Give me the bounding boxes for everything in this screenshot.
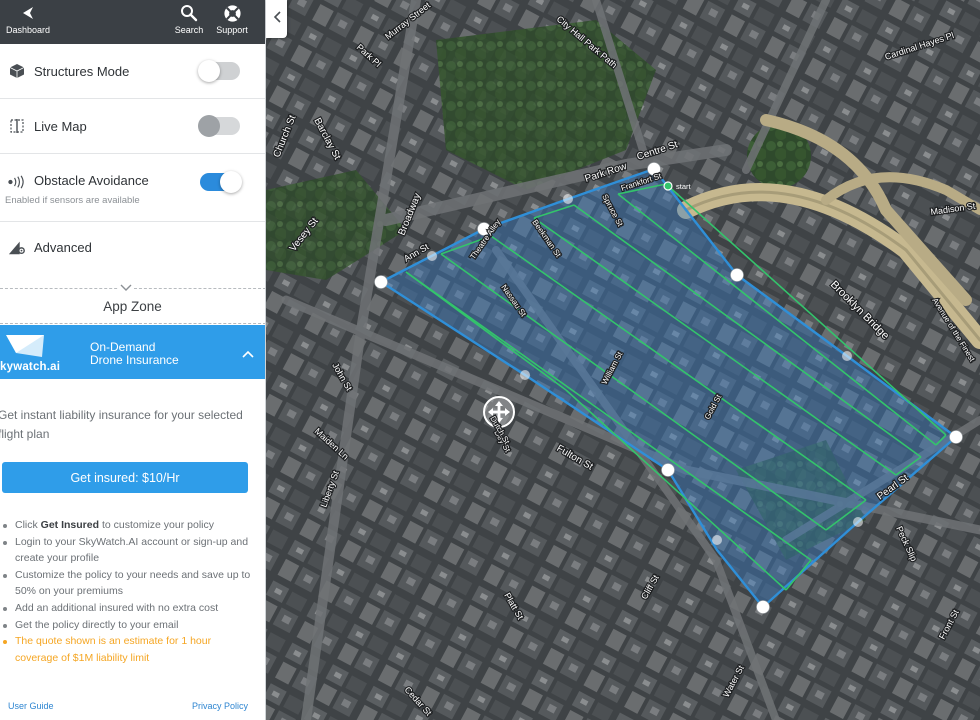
app-zone: App Zone — [0, 283, 265, 324]
toggle-knob — [198, 115, 220, 137]
insurance-title-line2: Drone Insurance — [90, 353, 179, 367]
structures-mode-row: Structures Mode — [0, 44, 265, 99]
obstacle-avoidance-row: Obstacle Avoidance Enabled if sensors ar… — [0, 154, 265, 222]
search-icon — [180, 2, 198, 24]
cube-icon — [8, 62, 26, 80]
live-map-row: Live Map — [0, 99, 265, 154]
structures-mode-label: Structures Mode — [34, 63, 130, 79]
search-button[interactable]: Search — [171, 0, 207, 44]
list-item: Click Get Insured to customize your poli… — [2, 517, 252, 534]
list-item: Customize the policy to your needs and s… — [2, 567, 252, 600]
chevron-down-icon[interactable] — [118, 283, 134, 293]
insurance-title-line1: On-Demand — [90, 340, 156, 354]
midpoint-handle[interactable] — [853, 517, 863, 527]
skywatch-brand: kywatch.ai — [0, 361, 61, 373]
start-marker-icon — [663, 181, 673, 191]
insurance-bullet-list: Click Get Insured to customize your poli… — [2, 517, 252, 666]
list-item: Get the policy directly to your email — [2, 617, 252, 634]
search-label: Search — [174, 25, 204, 35]
insurance-description: Get instant liability insurance for your… — [0, 408, 243, 441]
midpoint-handle[interactable] — [712, 535, 722, 545]
sensor-waves-icon — [8, 173, 26, 191]
toggle-knob — [198, 60, 220, 82]
lifebuoy-icon — [223, 2, 242, 24]
map-layers-icon — [8, 117, 26, 135]
live-map-toggle[interactable] — [198, 115, 240, 137]
support-button[interactable]: Support — [212, 0, 252, 44]
privacy-policy-link[interactable]: Privacy Policy — [192, 701, 248, 711]
structures-mode-toggle[interactable] — [198, 60, 240, 82]
sidebar: Dashboard Search Support Structures Mode… — [0, 0, 266, 720]
estimate-warning: The quote shown is an estimate for 1 hou… — [2, 633, 252, 666]
chevron-up-icon — [242, 345, 254, 363]
skywatch-insurance-header[interactable]: kywatch.ai On-Demand Drone Insurance — [0, 325, 265, 379]
get-insured-button[interactable]: Get insured: $10/Hr — [2, 462, 248, 493]
dashboard-label: Dashboard — [5, 25, 51, 35]
start-label: start — [676, 182, 692, 191]
advanced-row[interactable]: Advanced — [0, 222, 265, 272]
advanced-label: Advanced — [34, 239, 92, 255]
toggle-knob — [220, 171, 242, 193]
midpoint-handle[interactable] — [842, 351, 852, 361]
list-item: Login to your SkyWatch.AI account or sig… — [2, 534, 252, 567]
top-bar: Dashboard Search Support — [0, 0, 265, 44]
obstacle-avoidance-sublabel: Enabled if sensors are available — [5, 195, 140, 206]
collapse-sidebar-button[interactable] — [266, 0, 287, 38]
obstacle-avoidance-toggle[interactable] — [200, 171, 242, 193]
vertex-handle[interactable] — [756, 600, 770, 614]
vertex-handle[interactable] — [949, 430, 963, 444]
chevron-left-icon — [273, 10, 281, 28]
midpoint-handle[interactable] — [563, 194, 573, 204]
live-map-label: Live Map — [34, 118, 87, 134]
vertex-handle[interactable] — [730, 268, 744, 282]
back-arrow-icon — [21, 2, 35, 24]
satellite-map[interactable]: start Park Row Centre St Frankfort St Sp… — [266, 0, 980, 720]
app-zone-label: App Zone — [103, 298, 162, 314]
midpoint-handle[interactable] — [427, 251, 437, 261]
advanced-settings-icon — [8, 238, 26, 256]
vertex-handle[interactable] — [374, 275, 388, 289]
support-label: Support — [216, 25, 248, 35]
vertex-handle[interactable] — [661, 463, 675, 477]
obstacle-avoidance-label: Obstacle Avoidance — [34, 173, 149, 188]
user-guide-link[interactable]: User Guide — [8, 701, 54, 711]
dashboard-button[interactable]: Dashboard — [4, 0, 52, 44]
map-canvas[interactable]: start Park Row Centre St Frankfort St Sp… — [266, 0, 980, 720]
midpoint-handle[interactable] — [520, 370, 530, 380]
list-item: Add an additional insured with no extra … — [2, 600, 252, 617]
